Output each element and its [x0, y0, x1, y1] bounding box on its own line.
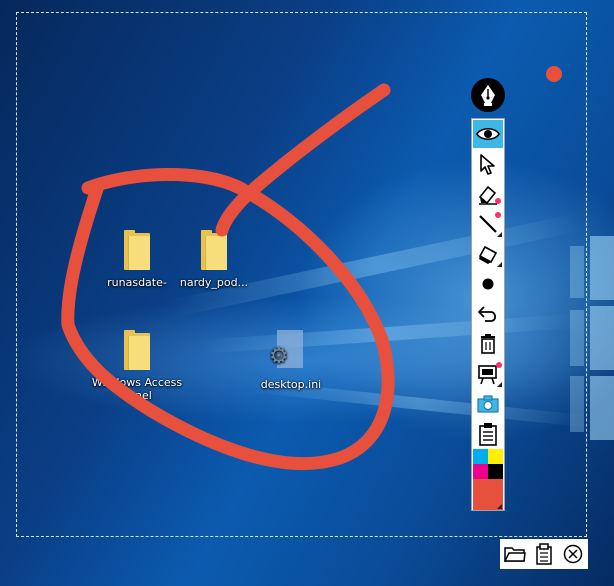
tool-pointer[interactable] — [473, 150, 503, 178]
tool-clear[interactable] — [473, 330, 503, 358]
toolbar-menu-button[interactable] — [471, 78, 505, 112]
copy-to-clipboard-button[interactable] — [532, 542, 556, 566]
color-swatch-yellow[interactable] — [488, 449, 503, 464]
current-color-swatch[interactable] — [473, 479, 503, 510]
pen-size-dot-icon — [482, 278, 494, 290]
pointer-icon — [480, 154, 495, 175]
tool-pen-size[interactable] — [473, 270, 503, 298]
camera-icon — [477, 395, 499, 413]
current-color-indicator — [546, 66, 562, 82]
tool-clipboard[interactable] — [473, 420, 503, 448]
annotation-stroke — [215, 83, 391, 237]
trash-icon — [481, 334, 495, 354]
folder-open-icon — [503, 547, 526, 562]
tool-eye[interactable] — [473, 120, 503, 148]
capture-action-bar — [500, 539, 588, 569]
tool-screenshot[interactable] — [473, 390, 503, 418]
annotation-layer — [61, 83, 395, 471]
color-swatch-magenta[interactable] — [473, 464, 488, 479]
color-swatch-black[interactable] — [488, 464, 503, 479]
undo-icon — [478, 306, 497, 322]
tool-undo[interactable] — [473, 300, 503, 328]
tool-highlighter[interactable] — [473, 180, 503, 208]
tool-whiteboard[interactable] — [473, 360, 503, 388]
annotation-toolbar — [471, 118, 505, 511]
eye-icon — [476, 127, 500, 141]
pen-nib-icon — [481, 85, 495, 106]
eraser-icon — [478, 245, 498, 264]
tool-eraser[interactable] — [473, 240, 503, 268]
close-capture-button[interactable] — [561, 542, 585, 566]
color-palette — [473, 449, 503, 510]
color-swatch-cyan[interactable] — [473, 449, 488, 464]
clipboard-icon — [479, 423, 497, 446]
save-to-folder-button[interactable] — [503, 542, 527, 566]
close-circle-icon — [564, 544, 583, 564]
clipboard-icon — [536, 543, 552, 565]
tool-line[interactable] — [473, 210, 503, 238]
